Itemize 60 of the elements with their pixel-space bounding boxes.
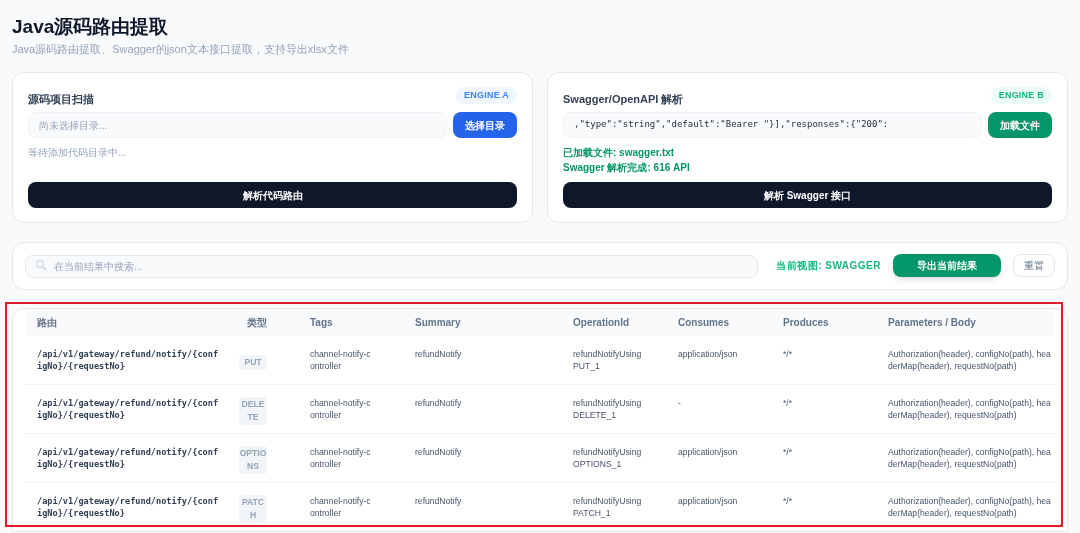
card-title: 源码项目扫描 [28,91,94,107]
column-header: 路由 [36,315,58,330]
engine-badge: ENGINE A [456,86,517,104]
table-cell-text: - [678,396,682,410]
json-text-area[interactable]: ,"type":"string","default":"Bearer "}],"responses":{"200": [563,112,982,138]
route-cell-text: /api/v1/gateway/refund/notify/{configNo}/{requestNo} [37,347,220,373]
engine-badge: ENGINE B [990,86,1052,104]
table-cell-text: channel-notify-controller [310,445,372,471]
column-header: Tags [309,315,334,330]
column-header: 类型 [246,315,268,330]
table-cell-text: refundNotifyUsingOPTIONS_1 [573,445,643,471]
table-cell-text: channel-notify-controller [310,347,372,373]
search-icon [35,259,47,271]
search-field[interactable]: 在当前结果中搜索... [25,255,759,278]
export-button[interactable]: 导出当前结果 [893,254,1001,277]
status-text: 已加载文件: swagger.txt [563,146,676,159]
column-header: Summary [414,315,462,330]
table-cell-text: refundNotify [415,396,463,410]
status-text: 等待添加代码目录中... [28,146,128,159]
table-cell-text: refundNotify [415,494,463,508]
table-cell-text: refundNotifyUsingDELETE_1 [573,396,643,422]
directory-field[interactable]: 尚未选择目录... [28,112,447,138]
table-cell-text: refundNotify [415,347,463,361]
table-cell-text: */* [783,396,794,410]
table-cell-text: Authorization(header), configNo(path), headerMap(header), requestNo(path) [888,396,1052,422]
table-cell-text: channel-notify-controller [310,494,372,520]
method-badge: DELETE [239,396,267,425]
page-subtitle: Java源码路由提取、Swagger的json文本接口提取，支持导出xlsx文件 [12,42,350,57]
table-cell-text: */* [783,445,794,459]
column-header: Produces [782,315,830,330]
table-cell-text: application/json [678,494,739,508]
table-cell-text: refundNotifyUsingPATCH_1 [573,494,643,520]
route-cell-text: /api/v1/gateway/refund/notify/{configNo}/{requestNo} [37,396,220,422]
method-badge: PATCH [239,494,267,523]
status-text: Swagger 解析完成: 616 API [563,161,691,174]
table-cell-text: Authorization(header), configNo(path), headerMap(header), requestNo(path) [888,494,1052,520]
method-badge: OPTIONS [239,445,267,474]
choose-folder-button[interactable]: 选择目录 [453,112,517,138]
view-label: 当前视图: SWAGGER [776,259,881,273]
reset-button[interactable]: 重置 [1013,254,1055,277]
table-cell-text: application/json [678,445,739,459]
card-title: Swagger/OpenAPI 解析 [563,91,684,107]
route-cell-text: /api/v1/gateway/refund/notify/{configNo}/{requestNo} [37,494,220,520]
table-cell-text: */* [783,347,794,361]
column-header: Parameters / Body [887,315,977,330]
table-cell-text: refundNotifyUsingPUT_1 [573,347,643,373]
route-cell-text: /api/v1/gateway/refund/notify/{configNo}/{requestNo} [37,445,220,471]
page-title: Java源码路由提取 [12,15,170,39]
column-header: Consumes [677,315,731,330]
load-file-button[interactable]: 加载文件 [988,112,1052,138]
table-cell-text: */* [783,494,794,508]
table-cell-text: application/json [678,347,739,361]
column-header: OperationId [572,315,631,330]
parse-button[interactable]: 解析 Swagger 接口 [563,182,1052,208]
method-badge: PUT [239,354,267,370]
parse-button[interactable]: 解析代码路由 [28,182,517,208]
table-cell-text: Authorization(header), configNo(path), headerMap(header), requestNo(path) [888,445,1052,471]
table-cell-text: channel-notify-controller [310,396,372,422]
table-cell-text: Authorization(header), configNo(path), headerMap(header), requestNo(path) [888,347,1052,373]
table-cell-text: refundNotify [415,445,463,459]
